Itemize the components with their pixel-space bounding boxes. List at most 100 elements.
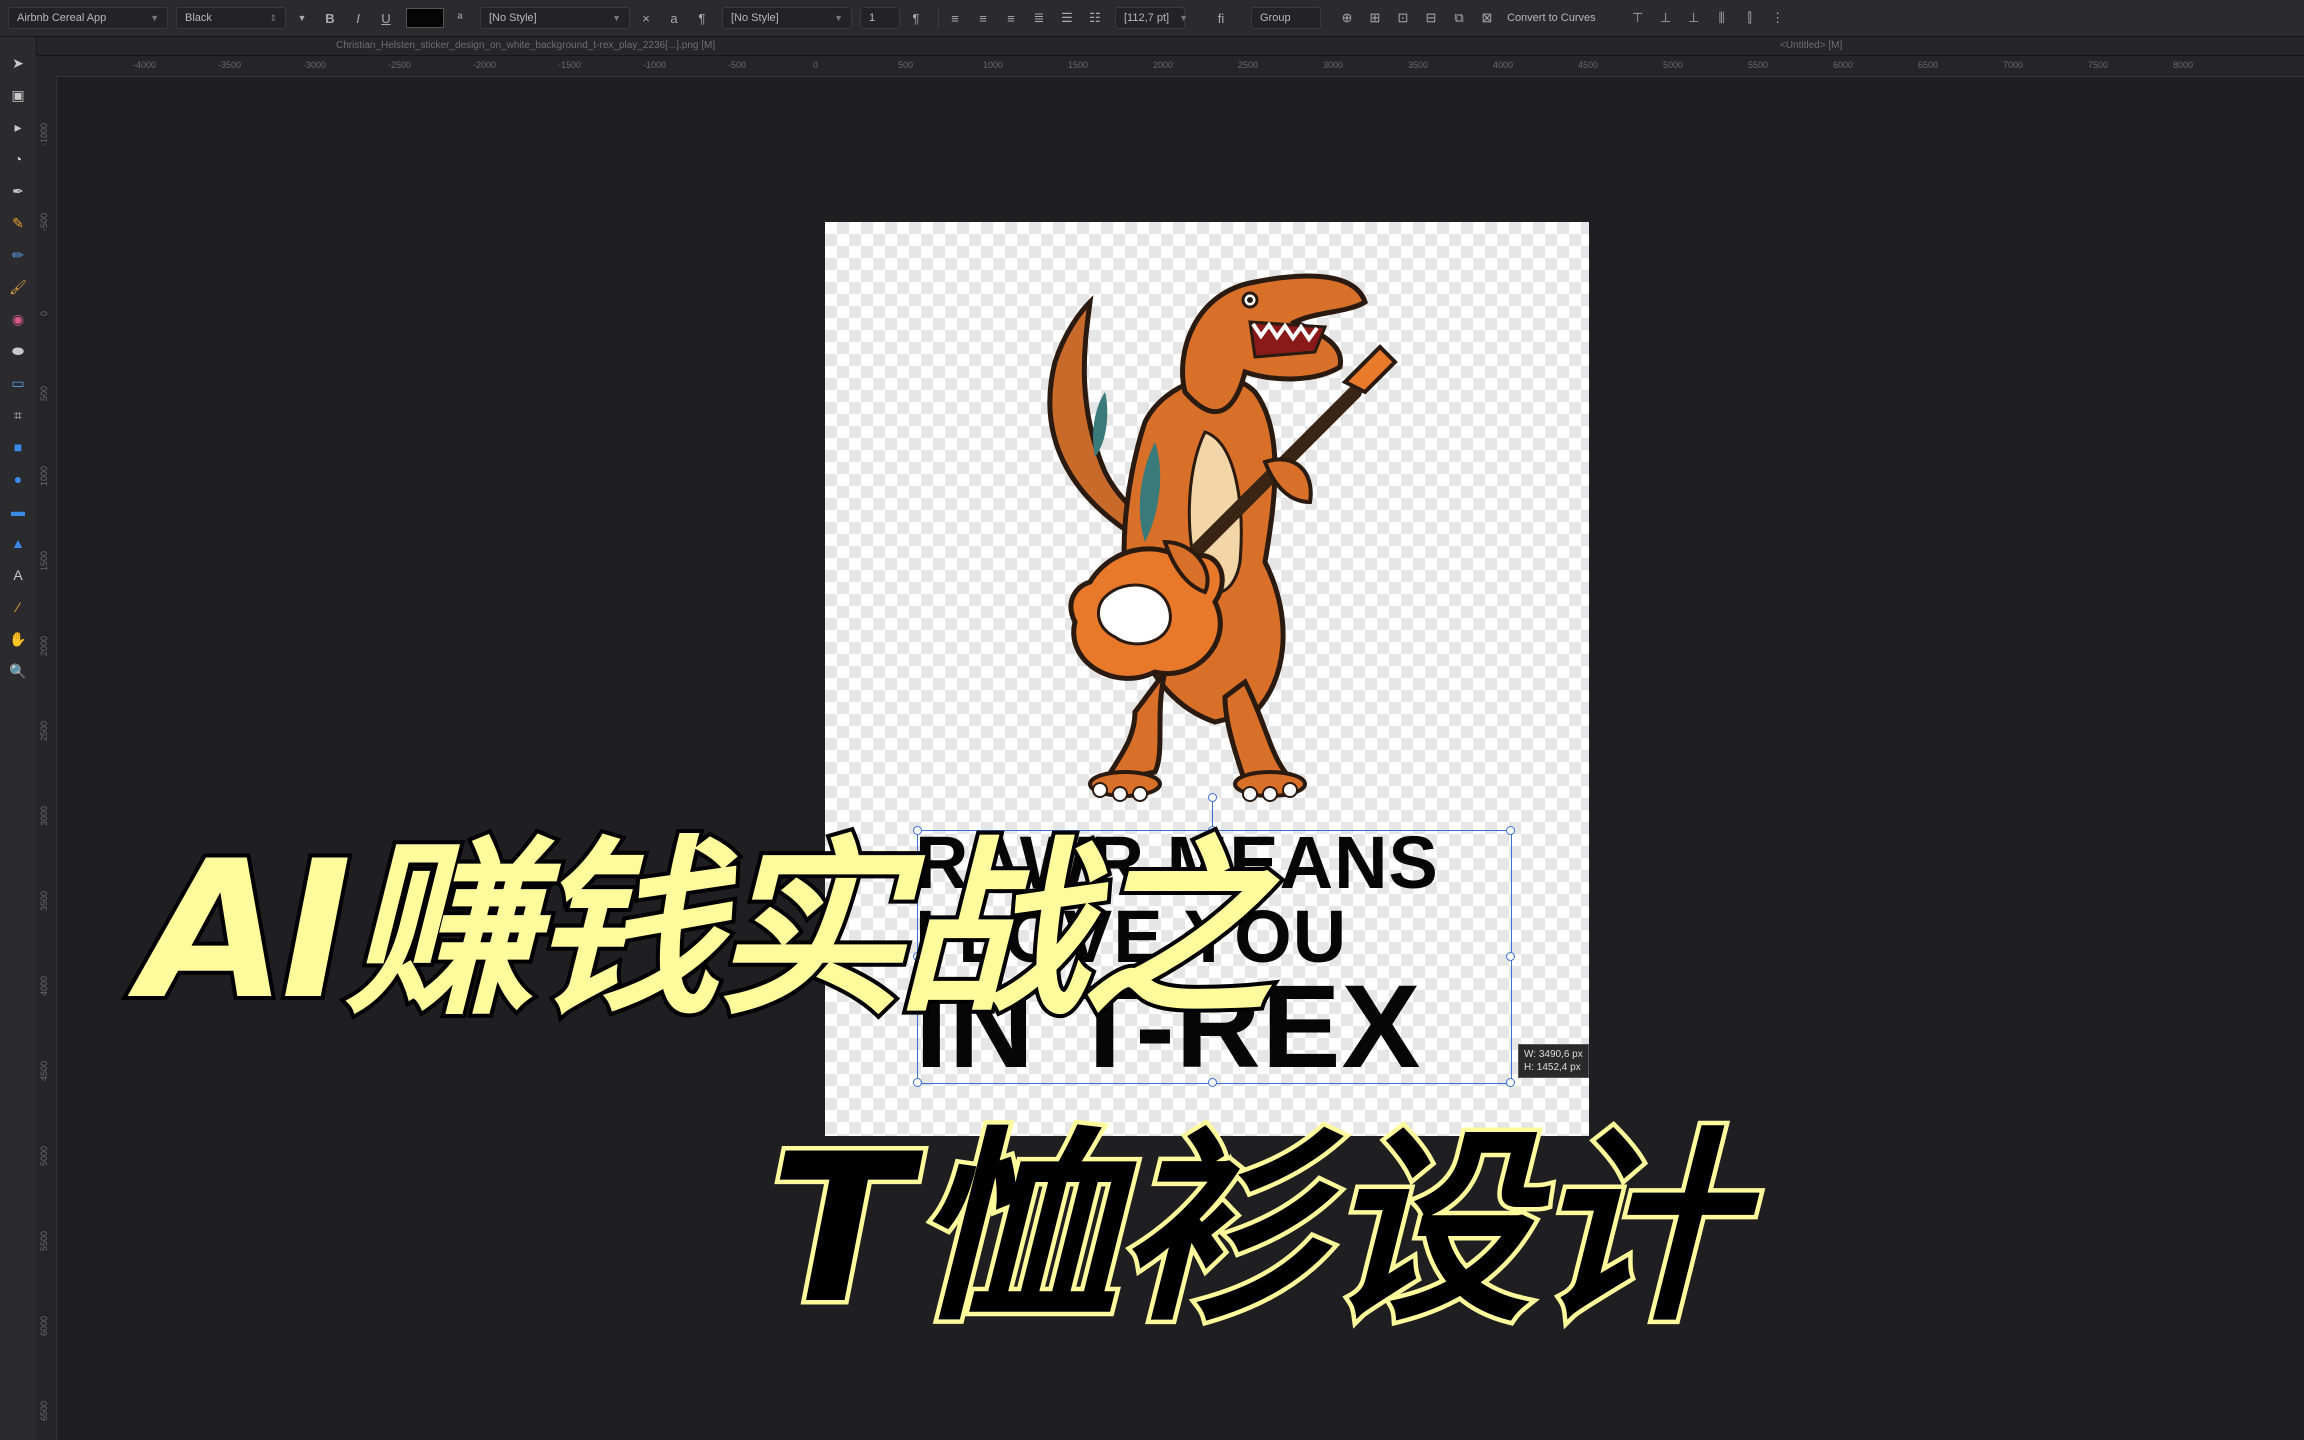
font-weight-select[interactable]: Black ⇕ bbox=[176, 7, 286, 29]
character-style-select[interactable]: [No Style] ▼ bbox=[480, 7, 630, 29]
separator bbox=[938, 8, 939, 28]
font-size-dropdown[interactable]: ▼ bbox=[290, 7, 314, 29]
corner-tool-icon[interactable]: ◔ bbox=[8, 149, 28, 169]
ruler-tick-label: -500 bbox=[39, 212, 49, 231]
hand-tool-icon[interactable]: ✋ bbox=[8, 629, 28, 649]
convert-to-curves-button[interactable]: Convert to Curves bbox=[1507, 12, 1596, 24]
ligature-icon[interactable]: ﬁ bbox=[1209, 7, 1233, 29]
align-middle-icon[interactable]: ⊥ bbox=[1654, 7, 1678, 29]
italic-button[interactable]: I bbox=[346, 7, 370, 29]
artboard-tool-icon[interactable]: ▣ bbox=[8, 85, 28, 105]
align-top-icon[interactable]: ⊤ bbox=[1626, 7, 1650, 29]
fill-tool-icon[interactable]: ◉ bbox=[8, 309, 28, 329]
text-color-swatch[interactable] bbox=[406, 8, 444, 28]
ruler-tick-label: 7000 bbox=[2003, 60, 2024, 70]
ruler-tick-label: -3500 bbox=[218, 60, 242, 70]
ruler-tick-label: -500 bbox=[728, 60, 747, 70]
align-left-icon[interactable]: ≡ bbox=[943, 7, 967, 29]
resize-handle-ne[interactable] bbox=[1506, 826, 1515, 835]
text-tool-icon[interactable]: A bbox=[8, 565, 28, 585]
ruler-tick-label: 6500 bbox=[39, 1400, 49, 1421]
ruler-tick-label: 2000 bbox=[39, 635, 49, 656]
rectangle-tool-icon[interactable]: ■ bbox=[8, 437, 28, 457]
ruler-tick-label: -1000 bbox=[643, 60, 667, 70]
snap-icon[interactable]: ⊡ bbox=[1391, 7, 1415, 29]
chevron-updown-icon: ⇕ bbox=[269, 12, 277, 23]
chevron-down-icon: ▼ bbox=[1179, 13, 1188, 23]
chevron-down-icon: ▼ bbox=[834, 13, 843, 23]
distribute-icon[interactable]: ⫼ bbox=[1710, 7, 1734, 29]
bullet-list-icon[interactable]: ☰ bbox=[1055, 7, 1079, 29]
align-right-icon[interactable]: ≡ bbox=[999, 7, 1023, 29]
bold-button[interactable]: B bbox=[318, 7, 342, 29]
ruler-tick-label: 3000 bbox=[39, 805, 49, 826]
tools-panel: ➤ ▣ ▸ ◔ ✒ ✎ ✏ 🖌 ◉ ⬬ ▭ ⌗ ■ ● ▬ ▲ A ⁄ ✋ 🔍 bbox=[0, 37, 37, 1440]
ruler-tick-label: 4500 bbox=[39, 1060, 49, 1081]
ruler-tick-label: 1500 bbox=[1068, 60, 1089, 70]
ruler-tick-label: 2500 bbox=[39, 720, 49, 741]
ellipse-tool-icon[interactable]: ● bbox=[8, 469, 28, 489]
resize-handle-se[interactable] bbox=[1506, 1078, 1515, 1087]
paint-brush-icon[interactable]: 🖌 bbox=[8, 277, 28, 297]
place-image-icon[interactable]: ▭ bbox=[8, 373, 28, 393]
ruler-tick-label: 4000 bbox=[1493, 60, 1514, 70]
overlay-title-line1: AI赚钱实战之 bbox=[136, 820, 1276, 1041]
ruler-tick-label: -3000 bbox=[303, 60, 327, 70]
distribute-v-icon[interactable]: ⫿ bbox=[1738, 7, 1762, 29]
paragraph-icon[interactable]: ¶ bbox=[904, 7, 928, 29]
ruler-tick-label: 5500 bbox=[39, 1230, 49, 1251]
pen-tool-icon[interactable]: ✒ bbox=[8, 181, 28, 201]
rotation-handle[interactable] bbox=[1208, 793, 1217, 802]
chevron-down-icon: ▼ bbox=[150, 13, 159, 23]
number-list-icon[interactable]: ☷ bbox=[1083, 7, 1107, 29]
ruler-tick-label: 4000 bbox=[39, 975, 49, 996]
lock-icon[interactable]: ⊟ bbox=[1419, 7, 1443, 29]
transform-icon[interactable]: ⊞ bbox=[1363, 7, 1387, 29]
target-icon[interactable]: ⊕ bbox=[1335, 7, 1359, 29]
font-family-select[interactable]: Airbnb Cereal App ▼ bbox=[8, 7, 168, 29]
ruler-tick-label: 2500 bbox=[1238, 60, 1259, 70]
brush-tool-icon[interactable]: ✏ bbox=[8, 245, 28, 265]
ruler-tick-label: 0 bbox=[813, 60, 819, 70]
document-tab[interactable]: Christian_Helsten_sticker_design_on_whit… bbox=[336, 40, 715, 51]
t-rex-guitar-illustration bbox=[1047, 273, 1398, 802]
node-tool-icon[interactable]: ▸ bbox=[8, 117, 28, 137]
underline-button[interactable]: U bbox=[374, 7, 398, 29]
ruler-tick-label: 4500 bbox=[1578, 60, 1599, 70]
eyedropper-icon[interactable]: ⁄ bbox=[8, 597, 28, 617]
horizontal-ruler: -4000 -3500 -3000 -2500 -2000 -1500 -1000 -500 0… bbox=[48, 56, 2304, 77]
ruler-tick-label: 1500 bbox=[39, 550, 49, 571]
align-center-icon[interactable]: ≡ bbox=[971, 7, 995, 29]
justify-icon[interactable]: ≣ bbox=[1027, 7, 1051, 29]
resize-handle-e[interactable] bbox=[1506, 952, 1515, 961]
more-icon[interactable]: ⋮ bbox=[1766, 7, 1790, 29]
crop-tool-icon[interactable]: ⌗ bbox=[8, 405, 28, 425]
line-count-field[interactable]: 1 bbox=[860, 7, 900, 29]
move-tool-icon[interactable]: ➤ bbox=[8, 53, 28, 73]
triangle-tool-icon[interactable]: ▲ bbox=[8, 533, 28, 553]
zoom-tool-icon[interactable]: 🔍 bbox=[8, 661, 28, 681]
overlay-title-line2: T恤衫设计 bbox=[766, 1111, 1743, 1349]
boolean-icon[interactable]: ⧉ bbox=[1447, 7, 1471, 29]
resize-handle-sw[interactable] bbox=[913, 1078, 922, 1087]
chevron-down-icon: ▼ bbox=[612, 13, 621, 23]
ruler-tick-label: 6000 bbox=[39, 1315, 49, 1336]
ruler-tick-label: 1000 bbox=[39, 465, 49, 486]
ruler-tick-label: 0 bbox=[39, 310, 49, 316]
align-bottom-icon[interactable]: ⊥ bbox=[1682, 7, 1706, 29]
ruler-tick-label: -2000 bbox=[473, 60, 497, 70]
resize-handle-s[interactable] bbox=[1208, 1078, 1217, 1087]
ruler-tick-label: 7500 bbox=[2088, 60, 2109, 70]
size-tooltip: W: 3490,6 px H: 1452,4 px bbox=[1518, 1044, 1589, 1078]
ruler-tick-label: -1500 bbox=[558, 60, 582, 70]
close-small-icon[interactable]: × bbox=[634, 7, 658, 29]
untitled-tab[interactable]: <Untitled> [M] bbox=[1780, 40, 1842, 51]
font-size-field[interactable]: [112,7 pt] ▼ bbox=[1115, 7, 1188, 29]
convert-icon[interactable]: ⊠ bbox=[1475, 7, 1499, 29]
transparency-tool-icon[interactable]: ⬬ bbox=[8, 341, 28, 361]
rounded-rect-tool-icon[interactable]: ▬ bbox=[8, 501, 28, 521]
char-style-icon: ª bbox=[457, 10, 463, 26]
paragraph-style-select[interactable]: [No Style] ▼ bbox=[722, 7, 852, 29]
pencil-tool-icon[interactable]: ✎ bbox=[8, 213, 28, 233]
group-button[interactable]: Group bbox=[1251, 7, 1321, 29]
